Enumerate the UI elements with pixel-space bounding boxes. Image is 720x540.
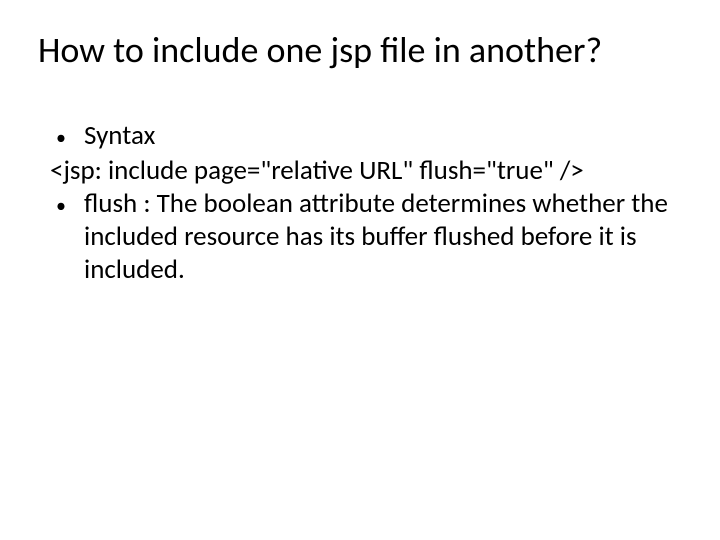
- bullet-item-flush: • flush : The boolean attribute determin…: [50, 188, 690, 287]
- bullet-icon: •: [50, 120, 84, 155]
- slide-body: • Syntax <jsp: include page="relative UR…: [30, 120, 690, 287]
- bullet-text: flush : The boolean attribute determines…: [84, 188, 690, 287]
- bullet-text: Syntax: [84, 120, 690, 153]
- bullet-icon: •: [50, 188, 84, 223]
- slide-title: How to include one jsp file in another?: [30, 28, 690, 72]
- bullet-item-syntax: • Syntax: [50, 120, 690, 155]
- code-line: <jsp: include page="relative URL" flush=…: [50, 155, 690, 188]
- slide: How to include one jsp file in another? …: [0, 0, 720, 540]
